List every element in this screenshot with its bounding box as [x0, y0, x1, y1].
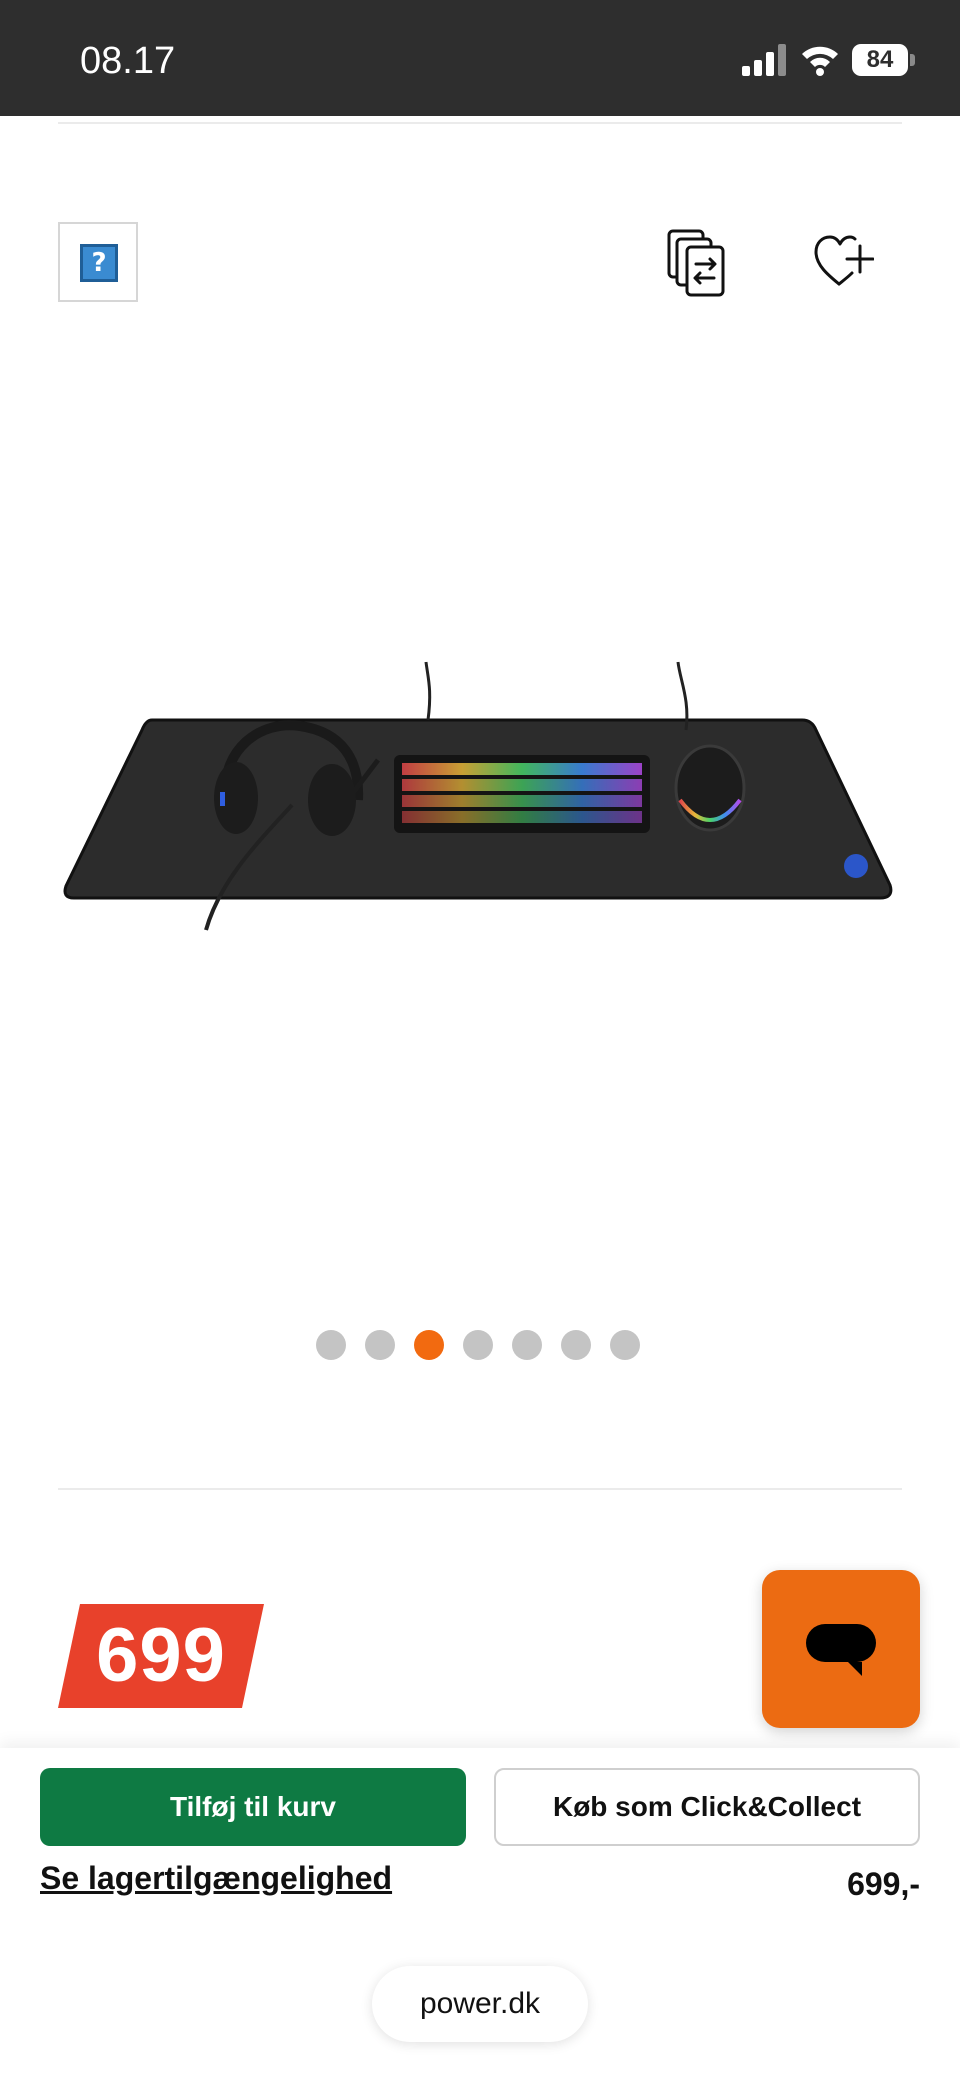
carousel-dots [316, 1330, 646, 1362]
carousel-dot-active[interactable] [414, 1330, 444, 1360]
chat-bubble-icon [806, 1624, 876, 1676]
add-to-cart-button[interactable]: Tilføj til kurv [40, 1768, 466, 1846]
price-badge: 699 [58, 1604, 264, 1708]
carousel-dot[interactable] [561, 1330, 591, 1360]
carousel-dot[interactable] [512, 1330, 542, 1360]
wifi-icon [802, 46, 838, 76]
battery-icon: 84 [852, 44, 908, 76]
stock-availability-link[interactable]: Se lagertilgængelighed [40, 1860, 392, 1897]
help-button[interactable]: ? [58, 222, 138, 302]
carousel-dot[interactable] [316, 1330, 346, 1360]
click-collect-button[interactable]: Køb som Click&Collect [494, 1768, 920, 1846]
status-bar: 08.17 84 [0, 0, 960, 116]
battery-tip [910, 54, 915, 66]
compare-icon[interactable] [666, 228, 728, 298]
help-icon: ? [80, 244, 118, 282]
status-time: 08.17 [80, 40, 176, 82]
divider-middle [58, 1488, 902, 1490]
carousel-dot[interactable] [463, 1330, 493, 1360]
product-price: 699,- [847, 1866, 920, 1902]
signal-icon [742, 44, 788, 76]
gaming-desk-setup-image [63, 661, 893, 931]
divider-top [58, 122, 902, 124]
chat-button[interactable] [762, 1570, 920, 1728]
carousel-dot[interactable] [610, 1330, 640, 1360]
wishlist-add-icon[interactable] [812, 232, 874, 290]
browser-url-bar[interactable]: power.dk [372, 1966, 588, 2042]
price-badge-value: 699 [96, 1613, 226, 1698]
carousel-dot[interactable] [365, 1330, 395, 1360]
